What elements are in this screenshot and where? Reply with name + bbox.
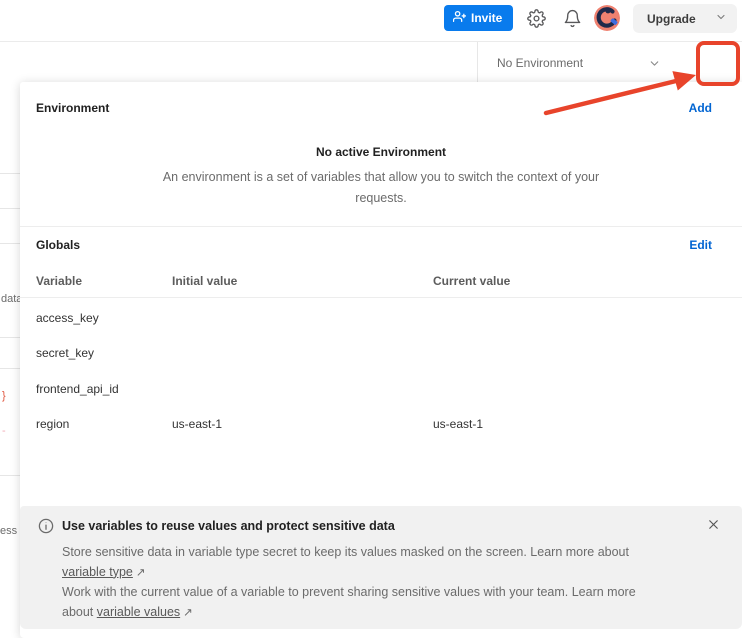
- table-cell-name: access_key: [36, 311, 99, 325]
- banner-paragraph-1: Store sensitive data in variable type se…: [62, 545, 629, 559]
- clipped-code-fragment: -: [2, 425, 6, 437]
- upgrade-button-label: Upgrade: [647, 12, 696, 26]
- edit-globals-link[interactable]: Edit: [689, 238, 712, 252]
- section-divider: [20, 297, 742, 298]
- invite-button-label: Invite: [471, 11, 502, 25]
- invite-button[interactable]: Invite: [444, 5, 513, 31]
- panel-title: Environment: [36, 101, 109, 115]
- table-row: frontend_api_id: [20, 371, 742, 407]
- section-divider: [20, 226, 742, 227]
- divider: [0, 208, 20, 209]
- column-header-variable: Variable: [36, 274, 82, 288]
- column-header-current-value: Current value: [433, 274, 510, 288]
- table-cell-current: us-east-1: [433, 417, 483, 431]
- banner-title: Use variables to reuse values and protec…: [62, 519, 395, 533]
- variable-type-link[interactable]: variable type: [62, 565, 133, 579]
- close-icon[interactable]: [704, 517, 722, 535]
- table-cell-name: secret_key: [36, 346, 94, 360]
- chevron-down-icon: [715, 11, 727, 26]
- table-cell-name: frontend_api_id: [36, 382, 119, 396]
- table-row: region us-east-1 us-east-1: [20, 407, 742, 443]
- info-icon: [38, 518, 54, 539]
- environment-overlay-panel: Environment Add No active Environment An…: [20, 82, 742, 638]
- top-header-bar: Invite Upgrade: [0, 0, 742, 42]
- table-cell-name: region: [36, 417, 69, 431]
- clipped-code-fragment: }: [2, 390, 6, 402]
- environment-bar: No Environment: [0, 42, 742, 84]
- divider: [0, 243, 20, 244]
- upgrade-button[interactable]: Upgrade: [633, 4, 737, 33]
- table-row: secret_key: [20, 336, 742, 372]
- globals-table-rows: access_key secret_key frontend_api_idregio…: [20, 300, 742, 442]
- notifications-bell-icon[interactable]: [562, 9, 582, 29]
- clipped-text-fragment: ess: [0, 525, 17, 537]
- empty-state-title: No active Environment: [20, 145, 742, 159]
- divider: [0, 368, 20, 369]
- external-link-icon: ↗: [180, 607, 193, 619]
- app-window: Invite Upgrade No Environment: [0, 0, 742, 638]
- user-avatar[interactable]: [594, 5, 620, 31]
- table-row: access_key: [20, 300, 742, 336]
- column-header-initial-value: Initial value: [172, 274, 237, 288]
- clipped-text-fragment: data: [1, 293, 20, 305]
- environment-selector-value: No Environment: [477, 56, 583, 70]
- chevron-down-icon[interactable]: [648, 57, 661, 75]
- divider: [0, 337, 20, 338]
- globals-title: Globals: [36, 238, 80, 252]
- divider: [0, 475, 20, 476]
- variables-info-banner: Use variables to reuse values and protec…: [20, 506, 742, 629]
- add-environment-link[interactable]: Add: [689, 101, 712, 115]
- external-link-icon: ↗: [133, 567, 146, 579]
- divider: [0, 173, 20, 174]
- user-plus-icon: [453, 10, 466, 26]
- empty-state-description: An environment is a set of variables tha…: [161, 167, 601, 209]
- settings-gear-icon[interactable]: [526, 9, 546, 29]
- background-page-strip: data } - ess: [0, 84, 20, 638]
- environment-selector[interactable]: No Environment: [477, 42, 665, 84]
- banner-body: Store sensitive data in variable type se…: [62, 543, 670, 623]
- table-cell-initial: us-east-1: [172, 417, 222, 431]
- variable-values-link[interactable]: variable values: [97, 605, 180, 619]
